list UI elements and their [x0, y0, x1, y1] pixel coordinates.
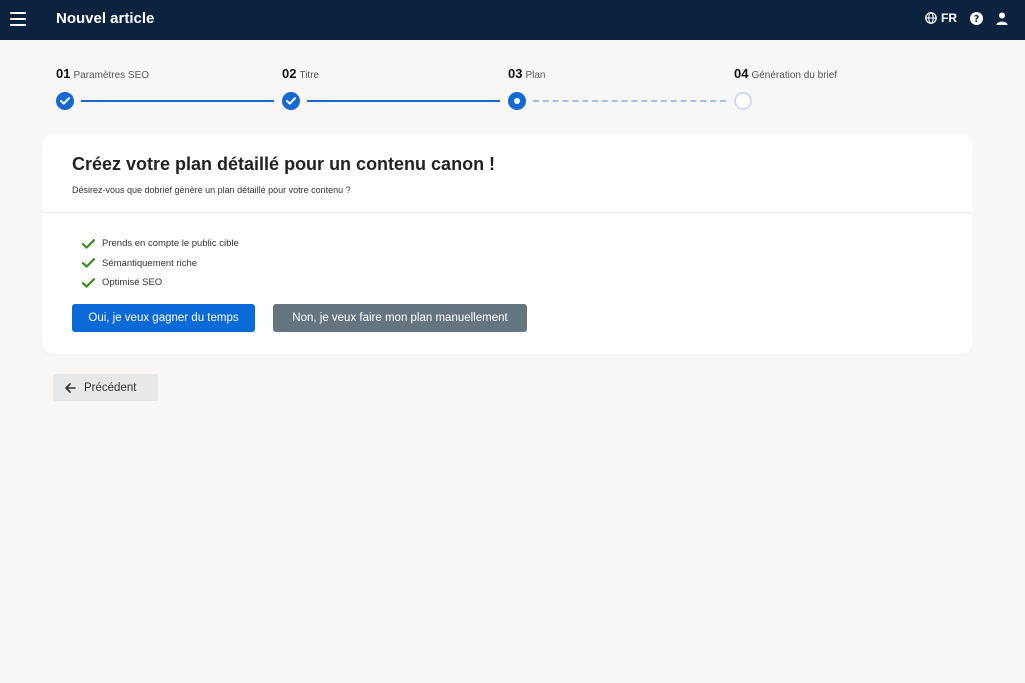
step-3-name: Plan [525, 70, 546, 81]
previous-label: Précédent [84, 381, 137, 394]
language-label: FR [941, 11, 957, 25]
feature-text: Sémantiquement riche [102, 257, 198, 269]
card-title: Créez votre plan détaillé pour un conten… [72, 154, 496, 174]
check-icon [82, 277, 95, 288]
top-bar-actions: FR ? [925, 11, 1009, 25]
check-icon [82, 258, 95, 268]
step-2-check-icon [282, 92, 300, 110]
step-connector-1 [81, 100, 274, 102]
list-item: Prends en compte le public cible [82, 234, 239, 254]
help-icon[interactable]: ? [969, 11, 983, 25]
feature-list: Prends en compte le public cible Sémanti… [82, 234, 239, 293]
step-1-label: 01 Paramètres SEO [56, 66, 149, 81]
step-connector-2 [307, 100, 500, 102]
svg-text:?: ? [973, 14, 979, 25]
globe-icon [925, 12, 937, 24]
step-1-number: 01 [56, 66, 71, 81]
user-icon[interactable] [995, 11, 1009, 25]
feature-text: Optimisé SEO [102, 277, 163, 289]
plan-card: Créez votre plan détaillé pour un conten… [42, 134, 973, 354]
arrow-left-icon [65, 382, 76, 393]
card-subtitle: Désirez-vous que dobrief génère un plan … [72, 185, 351, 195]
feature-text: Prends en compte le public cible [102, 238, 239, 250]
step-1-name: Paramètres SEO [73, 70, 150, 81]
list-item: Optimisé SEO [82, 273, 239, 293]
language-selector[interactable]: FR [925, 11, 957, 25]
step-2-number: 02 [282, 66, 297, 81]
step-1-check-icon [56, 92, 74, 110]
step-2-label: 02 Titre [282, 66, 319, 81]
step-3-label: 03 Plan [508, 66, 545, 81]
step-4-label: 04 Génération du brief [734, 66, 837, 81]
menu-icon[interactable] [10, 12, 26, 26]
step-4-pending-icon [734, 92, 752, 110]
generate-plan-button[interactable]: Oui, je veux gagner du temps [72, 304, 255, 332]
step-connector-3 [533, 100, 726, 102]
step-3-number: 03 [508, 66, 523, 81]
progress-stepper: 01 Paramètres SEO 02 Titre 03 Plan 04 Généra… [56, 66, 856, 116]
card-header: Créez votre plan détaillé pour un conten… [42, 134, 973, 213]
step-4-number: 04 [734, 66, 749, 81]
step-2-name: Titre [299, 70, 320, 81]
top-bar: Nouvel article FR ? [0, 0, 1025, 40]
check-icon [82, 238, 95, 249]
manual-plan-button[interactable]: Non, je veux faire mon plan manuellement [273, 304, 527, 332]
list-item: Sémantiquement riche [82, 254, 239, 274]
previous-button[interactable]: Précédent [53, 374, 158, 401]
page-title: Nouvel article [56, 10, 155, 27]
step-3-current-icon [508, 92, 526, 110]
step-4-name: Génération du brief [751, 70, 838, 81]
